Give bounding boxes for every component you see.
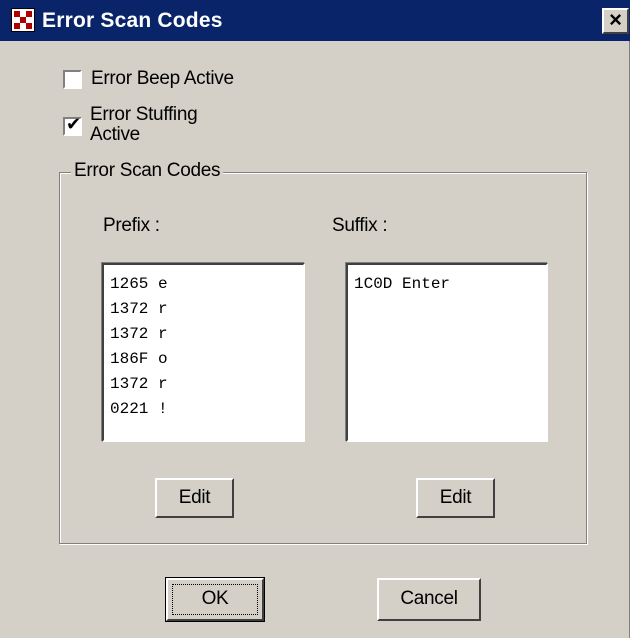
error-beep-checkbox[interactable] [63,70,82,89]
cancel-button[interactable]: Cancel [377,578,481,621]
list-item[interactable]: 1372 r [110,372,303,397]
list-item[interactable]: 0221 ! [110,397,303,422]
close-icon[interactable]: × [602,8,629,34]
checkmark-icon: ✔ [66,114,82,135]
list-item[interactable]: 186F o [110,347,303,372]
list-item[interactable]: 1C0D Enter [354,272,546,297]
list-item[interactable]: 1372 r [110,297,303,322]
error-stuffing-label-line2[interactable]: Active [90,124,140,146]
suffix-listbox[interactable]: 1C0D Enter [346,263,548,442]
error-stuffing-checkbox[interactable]: ✔ [63,114,82,136]
error-beep-label[interactable]: Error Beep Active [91,68,234,90]
title-bar[interactable]: Error Scan Codes × [0,0,630,41]
ok-button[interactable]: OK [165,577,265,622]
prefix-edit-button[interactable]: Edit [155,478,234,518]
suffix-label: Suffix : [332,215,388,236]
app-icon[interactable] [11,8,35,32]
prefix-label: Prefix : [103,215,160,236]
error-scan-codes-dialog: Error Scan Codes × Error Beep Active ✔ E… [0,0,630,638]
error-stuffing-label[interactable]: Error Stuffing [90,104,198,126]
group-title: Error Scan Codes [71,160,224,182]
prefix-listbox[interactable]: 1265 e 1372 r 1372 r 186F o 1372 r 0221 … [102,263,305,442]
list-item[interactable]: 1265 e [110,272,303,297]
suffix-edit-button[interactable]: Edit [416,478,495,518]
list-item[interactable]: 1372 r [110,322,303,347]
window-title: Error Scan Codes [42,9,223,32]
